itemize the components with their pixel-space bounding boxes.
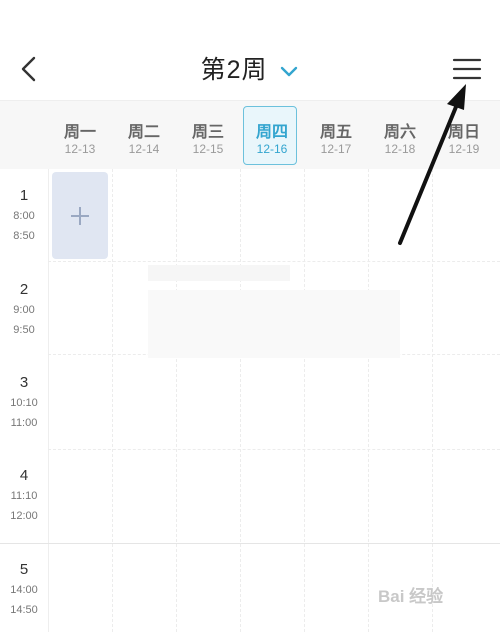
period-end: 12:00 (10, 510, 38, 522)
day-header-sat[interactable]: 周六 12-18 (368, 101, 432, 169)
day-date: 12-17 (320, 142, 352, 156)
menu-button[interactable] (450, 52, 484, 86)
week-title[interactable]: 第2周 (0, 50, 500, 86)
day-name: 周五 (319, 124, 352, 141)
day-header-fri[interactable]: 周五 12-17 (304, 101, 368, 169)
day-name: 周二 (127, 124, 160, 141)
day-name: 周一 (63, 124, 96, 141)
blank-overlay (148, 290, 400, 358)
chevron-down-icon[interactable] (279, 57, 299, 86)
week-title-label[interactable]: 第2周 (201, 56, 268, 84)
day-header-mon[interactable]: 周一 12-13 (48, 101, 112, 169)
grid-divider (48, 449, 500, 450)
day-name: 周三 (191, 124, 224, 141)
day-name: 周日 (447, 124, 480, 141)
period-start: 14:00 (10, 584, 38, 596)
week-day-header: 周一 12-13 周二 12-14 周三 12-15 周四 12-16 周五 1… (0, 100, 500, 170)
day-header-thu-today[interactable]: 周四 12-16 (240, 101, 304, 169)
day-date: 12-19 (448, 142, 480, 156)
day-header-sun[interactable]: 周日 12-19 (432, 101, 496, 169)
grid-divider (48, 261, 500, 262)
blank-overlay (148, 265, 290, 281)
period-start: 8:00 (13, 210, 35, 222)
grid-divider (176, 169, 177, 632)
period-number: 5 (19, 561, 29, 578)
day-date: 12-16 (256, 142, 288, 156)
period-number: 3 (19, 374, 29, 391)
period-number: 2 (19, 281, 29, 298)
grid-divider (112, 169, 113, 632)
period-end: 9:50 (13, 324, 35, 336)
period-label-5: 5 14:00 14:50 (0, 561, 48, 620)
period-label-2: 2 9:00 9:50 (0, 281, 48, 340)
plus-icon (71, 207, 89, 225)
period-label-4: 4 11:10 12:00 (0, 467, 48, 526)
grid-divider (48, 169, 49, 632)
section-divider (0, 543, 500, 544)
period-number: 1 (19, 187, 29, 204)
day-date: 12-14 (128, 142, 160, 156)
period-start: 10:10 (10, 397, 38, 409)
period-label-3: 3 10:10 11:00 (0, 374, 48, 433)
grid-divider (432, 169, 433, 632)
grid-divider (240, 169, 241, 632)
day-header-wed[interactable]: 周三 12-15 (176, 101, 240, 169)
day-date: 12-13 (64, 142, 96, 156)
day-date: 12-15 (192, 142, 224, 156)
period-end: 8:50 (13, 230, 35, 242)
day-date: 12-18 (384, 142, 416, 156)
grid-divider (368, 169, 369, 632)
add-course-button[interactable] (52, 172, 108, 259)
top-bar: 第2周 (0, 0, 500, 100)
period-label-1: 1 8:00 8:50 (0, 187, 48, 246)
period-end: 11:00 (10, 417, 38, 429)
day-name: 周六 (383, 124, 416, 141)
period-end: 14:50 (10, 604, 38, 616)
period-start: 9:00 (13, 304, 35, 316)
grid-divider (304, 169, 305, 632)
period-start: 11:10 (10, 490, 38, 502)
hamburger-menu-icon (452, 58, 482, 80)
day-header-tue[interactable]: 周二 12-14 (112, 101, 176, 169)
period-number: 4 (19, 467, 29, 484)
day-name: 周四 (255, 124, 288, 141)
watermark: Bai 经验 (378, 587, 444, 606)
